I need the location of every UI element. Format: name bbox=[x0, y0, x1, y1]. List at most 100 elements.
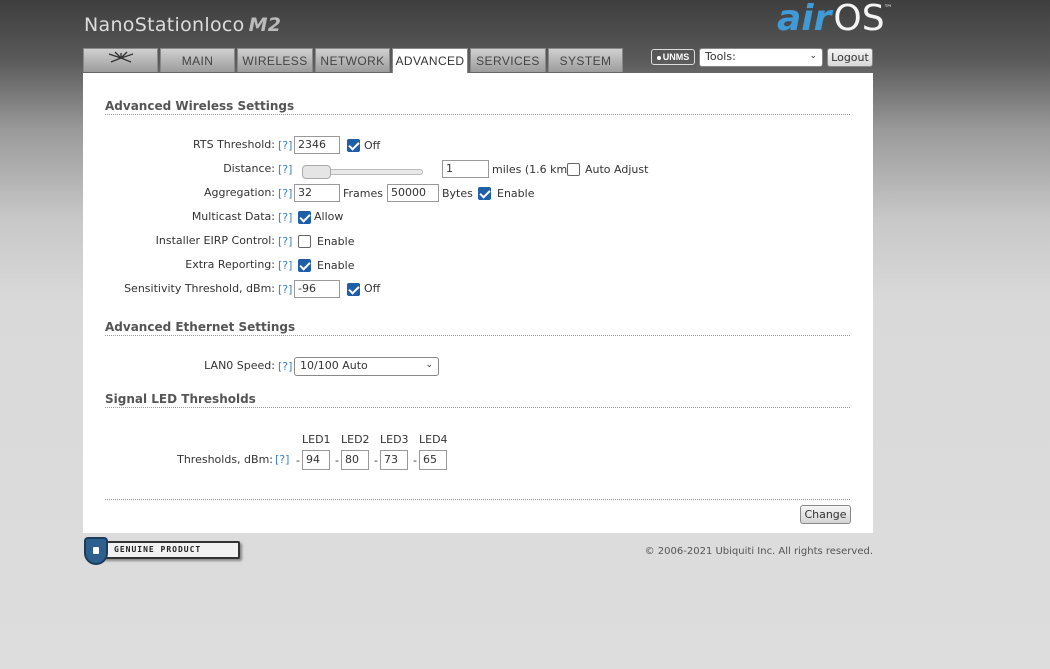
led2-threshold-input[interactable]: 80 bbox=[341, 450, 369, 470]
multicast-help-link[interactable]: [?] bbox=[278, 211, 292, 224]
brand-model: loco bbox=[204, 14, 245, 36]
section-divider bbox=[105, 114, 850, 115]
chevron-down-icon: ⌄ bbox=[425, 360, 433, 370]
genuine-product-badge: GENUINE PRODUCT bbox=[84, 537, 240, 565]
led1-threshold-input[interactable]: 94 bbox=[302, 450, 330, 470]
tools-select[interactable]: Tools: ⌄ bbox=[699, 48, 823, 67]
settings-panel: Advanced Wireless Settings RTS Threshold… bbox=[83, 73, 873, 533]
aggregation-bytes-label: Bytes bbox=[442, 187, 473, 200]
tab-main[interactable]: MAIN bbox=[160, 48, 235, 72]
sensitivity-off-checkbox[interactable] bbox=[347, 283, 360, 296]
unms-dot-icon bbox=[656, 55, 661, 60]
change-button[interactable]: Change bbox=[800, 505, 851, 524]
extra-reporting-label: Extra Reporting: bbox=[185, 258, 275, 271]
row-multicast: Multicast Data: bbox=[83, 210, 275, 230]
section-divider bbox=[105, 407, 850, 408]
extra-reporting-enable-label: Enable bbox=[317, 259, 355, 272]
logout-button[interactable]: Logout bbox=[827, 48, 873, 67]
led2-header: LED2 bbox=[341, 433, 370, 446]
sensitivity-label: Sensitivity Threshold, dBm: bbox=[124, 282, 275, 295]
chevron-down-icon: ⌄ bbox=[809, 51, 817, 61]
row-installer-eirp: Installer EIRP Control: bbox=[83, 234, 275, 254]
lan0-speed-select[interactable]: 10/100 Auto ⌄ bbox=[294, 357, 439, 376]
led4-header: LED4 bbox=[419, 433, 448, 446]
led3-threshold-input[interactable]: 73 bbox=[380, 450, 408, 470]
tab-network[interactable]: NETWORK bbox=[315, 48, 390, 72]
lan0-speed-value: 10/100 Auto bbox=[300, 359, 368, 372]
aggregation-frames-label: Frames bbox=[343, 187, 384, 200]
tab-services[interactable]: SERVICES bbox=[470, 48, 546, 72]
airos-logo-os: OS bbox=[833, 0, 885, 39]
sensitivity-off-label: Off bbox=[364, 282, 381, 295]
distance-slider-handle[interactable] bbox=[302, 165, 331, 179]
section-title-advanced-wireless: Advanced Wireless Settings bbox=[105, 99, 295, 113]
distance-help-link[interactable]: [?] bbox=[278, 163, 292, 176]
row-aggregation: Aggregation: bbox=[83, 186, 275, 206]
row-rts: RTS Threshold: bbox=[83, 138, 275, 158]
lan0-speed-help-link[interactable]: [?] bbox=[278, 360, 292, 373]
rts-threshold-input[interactable]: 2346 bbox=[294, 136, 340, 154]
rts-label: RTS Threshold: bbox=[193, 138, 275, 151]
tab-home[interactable] bbox=[83, 48, 158, 72]
main-tabs: MAIN WIRELESS NETWORK ADVANCED SERVICES … bbox=[83, 48, 625, 73]
multicast-allow-checkbox[interactable] bbox=[298, 211, 311, 224]
tab-system[interactable]: SYSTEM bbox=[548, 48, 623, 72]
installer-eirp-label: Installer EIRP Control: bbox=[155, 234, 275, 247]
tools-select-value: Tools: bbox=[705, 50, 736, 63]
airos-logo-air: air bbox=[777, 0, 832, 39]
lan0-speed-label: LAN0 Speed: bbox=[204, 359, 275, 372]
airos-logo-tm: ™ bbox=[883, 4, 893, 14]
section-title-signal-led: Signal LED Thresholds bbox=[105, 392, 256, 406]
rts-off-label: Off bbox=[364, 139, 381, 152]
unms-badge[interactable]: UNMS bbox=[651, 49, 695, 65]
row-extra-reporting: Extra Reporting: bbox=[83, 258, 275, 278]
rts-off-checkbox[interactable] bbox=[347, 139, 360, 152]
installer-eirp-help-link[interactable]: [?] bbox=[278, 235, 292, 248]
genuine-product-label: GENUINE PRODUCT bbox=[102, 541, 240, 559]
section-divider bbox=[105, 335, 850, 336]
auto-adjust-label: Auto Adjust bbox=[585, 163, 649, 176]
distance-unit: miles (1.6 km) bbox=[492, 163, 572, 176]
brand-name: NanoStation bbox=[84, 14, 205, 36]
thresholds-help-link[interactable]: [?] bbox=[275, 453, 289, 466]
aggregation-bytes-input[interactable]: 50000 bbox=[387, 184, 439, 202]
aggregation-help-link[interactable]: [?] bbox=[278, 187, 292, 200]
tab-advanced[interactable]: ADVANCED bbox=[392, 48, 468, 73]
tab-wireless[interactable]: WIRELESS bbox=[237, 48, 313, 72]
led4-minus: - bbox=[413, 454, 417, 467]
multicast-allow-label: Allow bbox=[314, 210, 344, 223]
led1-header: LED1 bbox=[302, 433, 331, 446]
rts-help-link[interactable]: [?] bbox=[278, 139, 292, 152]
extra-reporting-help-link[interactable]: [?] bbox=[278, 259, 292, 272]
multicast-label: Multicast Data: bbox=[191, 210, 275, 223]
airos-logo: airOS ™ bbox=[777, 0, 893, 39]
led4-threshold-input[interactable]: 65 bbox=[419, 450, 447, 470]
distance-input[interactable]: 1 bbox=[442, 160, 489, 178]
row-thresholds: Thresholds, dBm: bbox=[83, 453, 273, 473]
aggregation-enable-checkbox[interactable] bbox=[478, 187, 491, 200]
section-title-advanced-ethernet: Advanced Ethernet Settings bbox=[105, 320, 296, 334]
section-divider bbox=[105, 499, 850, 500]
extra-reporting-checkbox[interactable] bbox=[298, 259, 311, 272]
sensitivity-threshold-input[interactable]: -96 bbox=[294, 280, 340, 298]
lock-shield-icon bbox=[84, 537, 108, 565]
installer-eirp-checkbox[interactable] bbox=[298, 235, 311, 248]
led3-header: LED3 bbox=[380, 433, 409, 446]
led1-minus: - bbox=[296, 454, 300, 467]
ubiquiti-logo-icon bbox=[106, 51, 136, 69]
row-lan0-speed: LAN0 Speed: bbox=[83, 359, 275, 379]
device-name: NanoStationloco M2 bbox=[84, 14, 281, 36]
thresholds-label: Thresholds, dBm: bbox=[177, 453, 273, 466]
led3-minus: - bbox=[374, 454, 378, 467]
row-distance: Distance: bbox=[83, 162, 275, 182]
aggregation-enable-label: Enable bbox=[497, 187, 535, 200]
distance-label: Distance: bbox=[223, 162, 275, 175]
brand-suffix: M2 bbox=[248, 14, 282, 36]
aggregation-label: Aggregation: bbox=[203, 186, 275, 199]
unms-label: UNMS bbox=[662, 52, 690, 62]
auto-adjust-checkbox[interactable] bbox=[567, 163, 580, 176]
installer-eirp-enable-label: Enable bbox=[317, 235, 355, 248]
row-sensitivity: Sensitivity Threshold, dBm: bbox=[83, 282, 275, 302]
sensitivity-help-link[interactable]: [?] bbox=[278, 283, 292, 296]
aggregation-frames-input[interactable]: 32 bbox=[294, 184, 340, 202]
